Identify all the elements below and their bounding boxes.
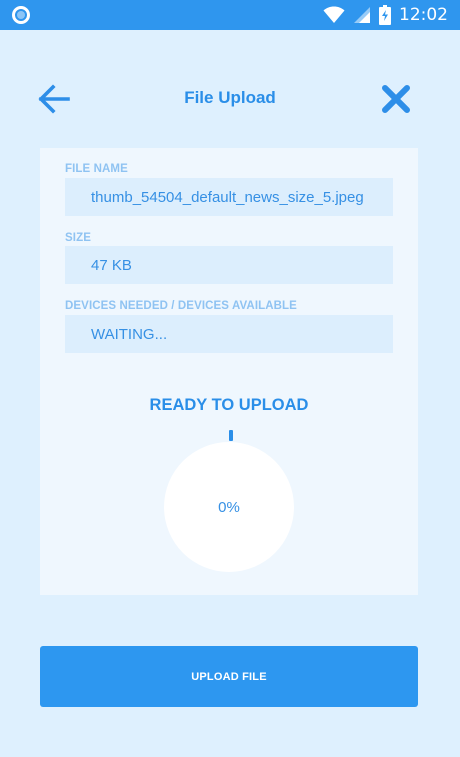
upload-details-card: FILE NAME thumb_54504_default_news_size_… bbox=[40, 148, 418, 595]
file-name-field: thumb_54504_default_news_size_5.jpeg bbox=[65, 178, 393, 216]
progress-indicator-tick bbox=[229, 430, 233, 441]
devices-field: WAITING... bbox=[65, 315, 393, 353]
file-name-label: FILE NAME bbox=[65, 163, 128, 175]
upload-file-button-label: UPLOAD FILE bbox=[191, 670, 267, 683]
size-label: SIZE bbox=[65, 232, 91, 244]
app-bar: File Upload bbox=[0, 70, 460, 128]
signal-icon bbox=[354, 7, 370, 23]
devices-value: WAITING... bbox=[91, 325, 168, 343]
wifi-icon bbox=[323, 6, 345, 23]
close-button[interactable] bbox=[378, 82, 414, 116]
status-clock: 12:02 bbox=[399, 5, 448, 25]
size-value: 47 KB bbox=[91, 256, 132, 274]
progress-circle: 0% bbox=[164, 442, 294, 572]
battery-charging-icon bbox=[379, 5, 391, 25]
size-field: 47 KB bbox=[65, 246, 393, 284]
close-x-icon bbox=[382, 85, 410, 113]
status-bar: 12:02 bbox=[0, 0, 460, 30]
file-name-value: thumb_54504_default_news_size_5.jpeg bbox=[91, 188, 364, 206]
progress-percent: 0% bbox=[218, 498, 240, 516]
upload-status-heading: READY TO UPLOAD bbox=[149, 396, 309, 414]
notification-ring-icon bbox=[12, 6, 30, 24]
upload-file-button[interactable]: UPLOAD FILE bbox=[40, 646, 418, 707]
devices-label: DEVICES NEEDED / DEVICES AVAILABLE bbox=[65, 300, 297, 312]
